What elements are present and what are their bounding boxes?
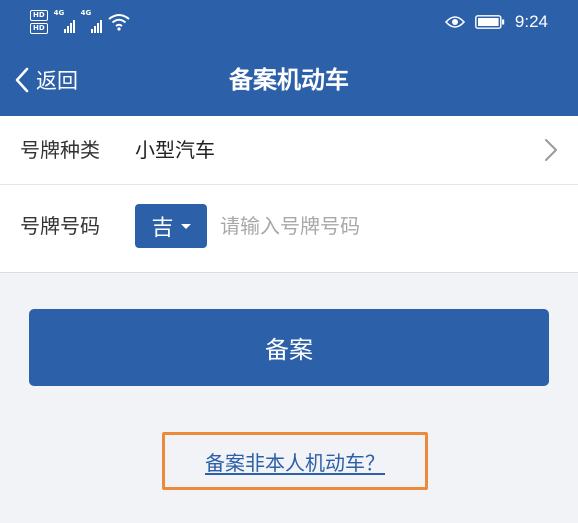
- status-right: 9:24: [444, 6, 548, 38]
- chevron-right-icon: [545, 139, 557, 161]
- back-button[interactable]: 返回: [14, 44, 78, 116]
- back-label: 返回: [36, 69, 78, 93]
- hd-badge: HD: [30, 23, 48, 34]
- register-button[interactable]: 备案: [29, 309, 549, 386]
- hd-badge: HD: [30, 10, 48, 21]
- province-value: 吉: [151, 216, 174, 241]
- plate-number-row: 号牌号码 吉: [0, 192, 578, 260]
- wifi-icon: [108, 14, 130, 31]
- battery-icon: [475, 15, 505, 29]
- plate-type-row[interactable]: 号牌种类 小型汽车: [0, 116, 578, 184]
- chevron-left-icon: [15, 67, 29, 93]
- eye-icon: [444, 16, 465, 28]
- network-label: 4G: [80, 9, 92, 17]
- signal-strength-icon: 4G: [80, 9, 102, 33]
- plate-type-value: 小型汽车: [135, 138, 215, 162]
- plate-number-input[interactable]: [220, 204, 550, 248]
- clock-time: 9:24: [514, 12, 548, 31]
- row-divider: [0, 184, 578, 185]
- plate-type-label: 号牌种类: [20, 138, 100, 162]
- province-select[interactable]: 吉: [135, 204, 207, 248]
- hd-indicators: HD HD: [30, 10, 48, 34]
- plate-number-label: 号牌号码: [20, 214, 100, 238]
- register-other-vehicle-link[interactable]: 备案非本人机动车？: [162, 432, 428, 490]
- status-bar: HD HD 4G 4G 9:24: [0, 0, 578, 44]
- nav-bar: 返回 备案机动车: [0, 44, 578, 116]
- network-label: 4G: [53, 9, 65, 17]
- caret-down-icon: [180, 223, 191, 229]
- status-left: HD HD 4G 4G: [30, 6, 130, 38]
- vehicle-form: 号牌种类 小型汽车 号牌号码 吉: [0, 116, 578, 273]
- page-title: 备案机动车: [229, 66, 349, 94]
- signal-strength-icon: 4G: [53, 9, 75, 33]
